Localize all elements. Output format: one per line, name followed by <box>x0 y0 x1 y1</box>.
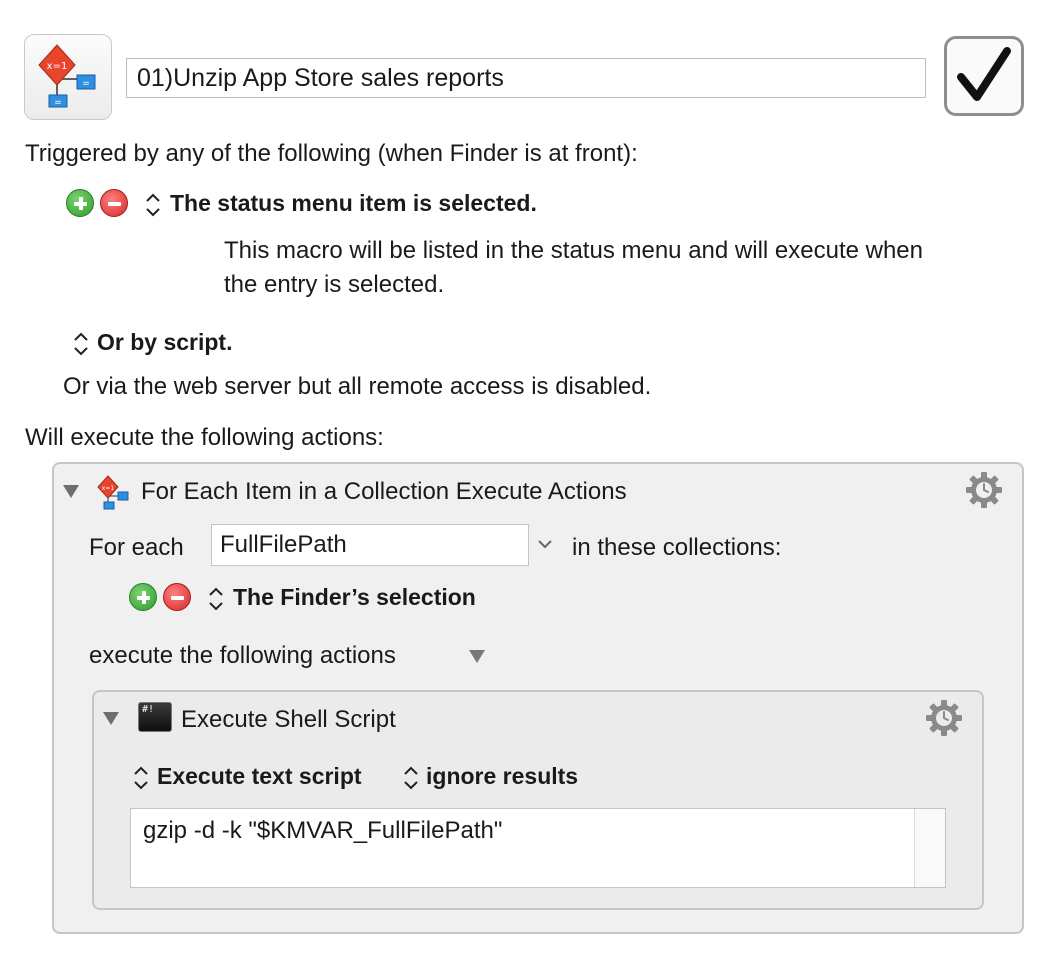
execute-actions-label: execute the following actions <box>89 642 396 669</box>
macro-name-field[interactable]: 01)Unzip App Store sales reports <box>126 58 926 98</box>
foreach-variable-field[interactable]: FullFilePath <box>211 524 529 566</box>
terminal-icon: #! <box>138 702 172 732</box>
add-collection-button[interactable] <box>129 583 157 611</box>
collection-type-stepper-icon[interactable] <box>208 586 224 612</box>
status-trigger-description-1: This macro will be listed in the status … <box>224 237 923 264</box>
macro-enable-checkbox[interactable] <box>944 36 1024 116</box>
script-trigger-stepper-icon[interactable] <box>73 331 89 357</box>
add-trigger-button[interactable] <box>66 189 94 217</box>
shell-disclosure-triangle[interactable] <box>103 712 119 725</box>
trigger-header: Triggered by any of the following (when … <box>25 140 638 167</box>
svg-text:=: = <box>54 98 62 108</box>
shell-action-title: Execute Shell Script <box>181 706 396 733</box>
flowchart-variable-icon: x=1 = = <box>38 44 96 108</box>
trigger-type-stepper-icon[interactable] <box>145 192 161 218</box>
script-text: gzip -d -k "$KMVAR_FullFilePath" <box>143 817 503 844</box>
web-server-note: Or via the web server but all remote acc… <box>63 373 652 400</box>
foreach-action-icon: x=1 <box>97 475 129 510</box>
foreach-action-title: For Each Item in a Collection Execute Ac… <box>141 478 627 505</box>
remove-collection-button[interactable] <box>163 583 191 611</box>
actions-header: Will execute the following actions: <box>25 424 384 451</box>
foreach-disclosure-triangle[interactable] <box>63 485 79 498</box>
results-mode-label[interactable]: ignore results <box>426 763 578 790</box>
script-scrollbar[interactable] <box>914 809 945 887</box>
results-stepper-icon[interactable] <box>403 765 419 791</box>
macro-icon[interactable]: x=1 = = <box>24 34 112 120</box>
checkmark-icon <box>957 47 1011 101</box>
script-mode-label[interactable]: Execute text script <box>157 763 362 790</box>
remove-trigger-button[interactable] <box>100 189 128 217</box>
collections-label: in these collections: <box>572 534 782 561</box>
svg-text:x=1: x=1 <box>102 485 115 492</box>
svg-text:=: = <box>82 79 90 89</box>
script-text-area[interactable]: gzip -d -k "$KMVAR_FullFilePath" <box>130 808 946 888</box>
for-each-label: For each <box>89 534 184 561</box>
variable-dropdown-chevron-icon[interactable] <box>537 538 553 550</box>
svg-text:x=1: x=1 <box>47 61 68 72</box>
foreach-gear-icon[interactable] <box>964 470 1004 510</box>
shell-gear-icon[interactable] <box>924 698 964 738</box>
collection-label: The Finder’s selection <box>233 584 476 610</box>
execute-actions-menu-triangle[interactable] <box>469 650 485 663</box>
status-trigger-label: The status menu item is selected. <box>170 190 537 216</box>
script-mode-stepper-icon[interactable] <box>133 765 149 791</box>
script-trigger-label: Or by script. <box>97 329 233 355</box>
status-trigger-description-2: the entry is selected. <box>224 271 445 298</box>
